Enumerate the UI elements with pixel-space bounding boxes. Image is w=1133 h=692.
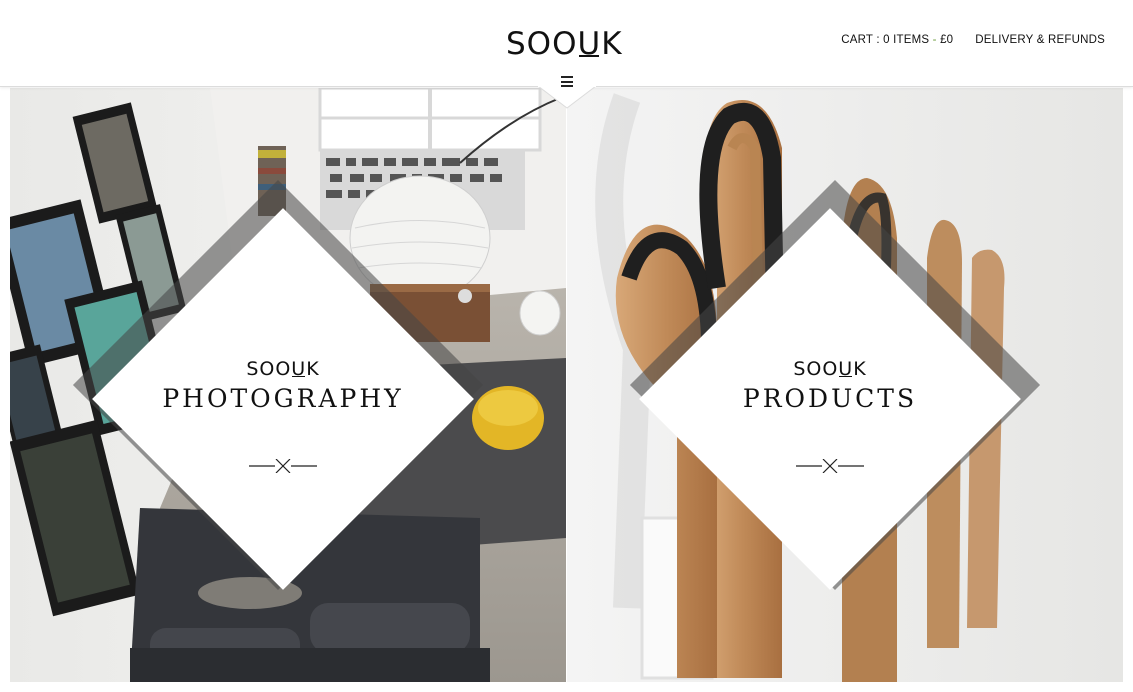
cart-link[interactable]: CART : 0 ITEMS - £0 <box>841 34 953 46</box>
diamond-logo-suffix: K <box>853 358 867 380</box>
logo-prefix: SOO <box>506 26 578 62</box>
diamond-logo-prefix: SOO <box>793 358 839 380</box>
site-logo[interactable]: SOO U K <box>506 24 623 64</box>
products-panel[interactable]: SOOUK PRODUCTS <box>567 88 1123 682</box>
diamond-content: SOOUK PHOTOGRAPHY <box>118 358 448 473</box>
logo-suffix: K <box>601 26 623 62</box>
menu-tab[interactable] <box>538 86 596 110</box>
hamburger-icon[interactable] <box>561 76 573 88</box>
diamond-content: SOOUK PRODUCTS <box>665 358 995 473</box>
products-diamond[interactable]: SOOUK PRODUCTS <box>567 88 1123 682</box>
cart-dash: - <box>929 34 941 46</box>
logo-u: U <box>577 26 602 62</box>
diamond-logo-u: U <box>291 358 307 380</box>
cart-label: CART : 0 ITEMS <box>841 34 930 46</box>
diamond-logo-prefix: SOO <box>246 358 292 380</box>
panel-title-photography: PHOTOGRAPHY <box>162 384 404 413</box>
site-header: SOO U K CART : 0 ITEMS - £0 DELIVERY & REF… <box>0 0 1133 87</box>
diamond-logo-u: U <box>838 358 854 380</box>
diamond-logo-suffix: K <box>306 358 320 380</box>
diamond-logo: SOOUK <box>118 358 448 380</box>
photography-diamond[interactable]: SOOUK PHOTOGRAPHY <box>10 88 566 682</box>
crossed-lines-icon <box>796 459 864 473</box>
photography-panel[interactable]: SOOUK PHOTOGRAPHY <box>10 88 566 682</box>
panel-title-products: PRODUCTS <box>742 384 918 413</box>
top-nav: CART : 0 ITEMS - £0 DELIVERY & REFUNDS <box>841 34 1105 46</box>
delivery-refunds-link[interactable]: DELIVERY & REFUNDS <box>975 34 1105 46</box>
crossed-lines-icon <box>249 459 317 473</box>
diamond-logo: SOOUK <box>665 358 995 380</box>
cart-price: £0 <box>940 34 954 46</box>
